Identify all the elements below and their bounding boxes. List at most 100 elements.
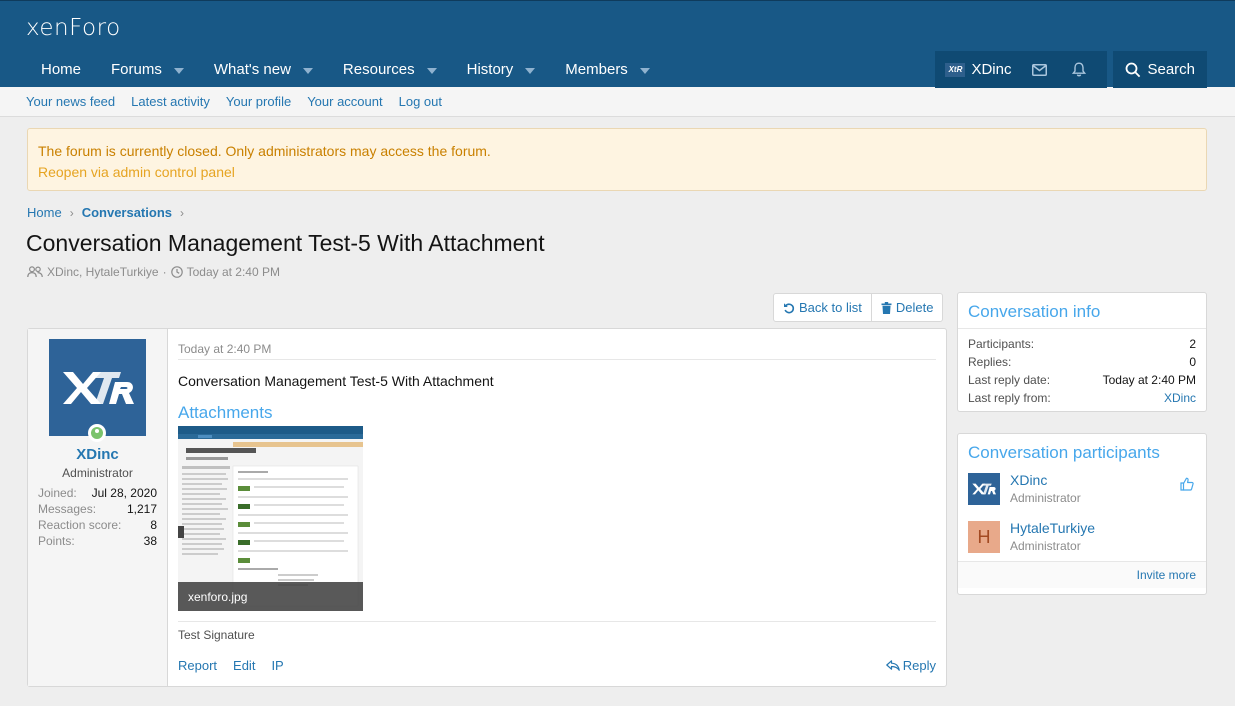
divider bbox=[178, 359, 936, 360]
info-label: Last reply from: bbox=[968, 391, 1051, 405]
online-indicator bbox=[88, 424, 106, 442]
attachments-heading: Attachments bbox=[178, 403, 273, 422]
chevron-down-icon[interactable] bbox=[525, 67, 536, 74]
thumbs-up-icon[interactable] bbox=[1180, 477, 1194, 491]
message-username[interactable]: XDinc bbox=[28, 446, 167, 463]
search-icon bbox=[1126, 62, 1141, 77]
nav-forums[interactable]: Forums bbox=[96, 51, 199, 88]
reply-button[interactable]: Reply bbox=[885, 658, 936, 673]
info-row-last-reply-date: Last reply date: Today at 2:40 PM bbox=[968, 371, 1196, 389]
avatar[interactable] bbox=[968, 473, 1000, 505]
stat-value: 8 bbox=[150, 518, 157, 532]
stat-joined: Joined: Jul 28, 2020 bbox=[38, 485, 157, 501]
nav-history-label: History bbox=[466, 61, 514, 78]
message-main: Today at 2:40 PM Conversation Management… bbox=[168, 329, 946, 686]
conversation-participants-block: Conversation participants XDinc Administ… bbox=[957, 433, 1207, 595]
invite-more-link[interactable]: Invite more bbox=[958, 561, 1206, 588]
breadcrumb-home[interactable]: Home bbox=[27, 205, 62, 220]
conversation-actions: Back to list Delete bbox=[773, 293, 944, 322]
chevron-down-icon[interactable] bbox=[173, 67, 184, 74]
nav-home-label: Home bbox=[41, 61, 82, 78]
account-box: XtR XDinc bbox=[935, 51, 1108, 88]
delete-label: Delete bbox=[895, 300, 934, 315]
users-icon bbox=[27, 266, 43, 278]
participant-title: Administrator bbox=[1010, 491, 1081, 505]
xtr-logo-icon: XtR bbox=[945, 62, 966, 77]
info-label: Last reply date: bbox=[968, 373, 1051, 387]
search-label: Search bbox=[1147, 61, 1195, 78]
nav-resources[interactable]: Resources bbox=[328, 51, 452, 88]
back-to-list-button[interactable]: Back to list bbox=[774, 294, 871, 321]
conversation-message: XDinc Administrator Joined: Jul 28, 2020 … bbox=[27, 328, 947, 687]
conversation-meta: XDinc, HytaleTurkiye · Today at 2:40 PM bbox=[27, 265, 280, 279]
account-link[interactable]: XtR XDinc bbox=[943, 61, 1019, 78]
forum-closed-notice: The forum is currently closed. Only admi… bbox=[27, 128, 1207, 191]
main-nav: Home Forums What's new Resources History… bbox=[26, 51, 665, 88]
avatar[interactable] bbox=[49, 339, 146, 436]
bell-icon bbox=[1072, 62, 1087, 77]
stat-value: 1,217 bbox=[126, 502, 157, 516]
stat-messages: Messages: 1,217 bbox=[38, 501, 157, 517]
stat-label: Reaction score: bbox=[38, 518, 122, 532]
conversation-info-block: Conversation info Participants: 2 Replies… bbox=[957, 292, 1207, 412]
stat-label: Joined: bbox=[38, 486, 77, 500]
chevron-right-icon: › bbox=[180, 205, 184, 220]
meta-separator: · bbox=[162, 265, 167, 279]
nav-members[interactable]: Members bbox=[550, 51, 665, 88]
message-body: Conversation Management Test-5 With Atta… bbox=[178, 373, 494, 389]
nav-whats-new[interactable]: What's new bbox=[199, 51, 328, 88]
reopen-link[interactable]: Reopen via admin control panel bbox=[38, 162, 1196, 183]
signature: Test Signature bbox=[178, 628, 255, 642]
nav-home[interactable]: Home bbox=[26, 51, 96, 88]
participant-name[interactable]: XDinc bbox=[1010, 471, 1081, 489]
ip-link[interactable]: IP bbox=[271, 658, 283, 673]
stat-value: Jul 28, 2020 bbox=[91, 486, 157, 500]
search-button[interactable]: Search bbox=[1113, 51, 1207, 88]
info-label: Participants: bbox=[968, 337, 1035, 351]
info-row-last-reply-from: Last reply from: XDinc bbox=[968, 389, 1196, 407]
info-value: 2 bbox=[1189, 337, 1196, 351]
subnav-your-account[interactable]: Your account bbox=[307, 94, 382, 109]
subnav-your-profile[interactable]: Your profile bbox=[226, 94, 291, 109]
nav-history[interactable]: History bbox=[452, 51, 551, 88]
report-link[interactable]: Report bbox=[178, 658, 217, 673]
alerts-button[interactable] bbox=[1059, 51, 1099, 88]
signature-divider bbox=[178, 621, 936, 622]
meta-date: Today at 2:40 PM bbox=[186, 265, 280, 279]
info-label: Replies: bbox=[968, 355, 1012, 369]
chevron-right-icon: › bbox=[69, 205, 74, 220]
chevron-down-icon[interactable] bbox=[426, 67, 437, 74]
reply-icon bbox=[885, 660, 900, 671]
subnav-news-feed[interactable]: Your news feed bbox=[26, 94, 115, 109]
stat-points: Points: 38 bbox=[38, 533, 157, 549]
nav-whats-new-label: What's new bbox=[213, 61, 291, 78]
page-title: Conversation Management Test-5 With Atta… bbox=[26, 230, 545, 256]
attachment-thumbnail[interactable]: xenforo.jpg bbox=[178, 426, 363, 611]
breadcrumb-conversations[interactable]: Conversations bbox=[82, 205, 172, 220]
participant-item: XDinc Administrator bbox=[958, 465, 1206, 513]
avatar[interactable]: H bbox=[968, 521, 1000, 553]
subnav-latest-activity[interactable]: Latest activity bbox=[131, 94, 210, 109]
subnav-log-out[interactable]: Log out bbox=[399, 94, 442, 109]
nav-user-area: XtR XDinc Search bbox=[935, 51, 1207, 88]
edit-link[interactable]: Edit bbox=[233, 658, 255, 673]
reply-label: Reply bbox=[902, 658, 936, 673]
chevron-down-icon[interactable] bbox=[639, 67, 650, 74]
site-logo[interactable]: xenForo bbox=[26, 15, 121, 41]
online-status-icon bbox=[91, 427, 103, 439]
info-value: Today at 2:40 PM bbox=[1102, 373, 1196, 387]
inbox-button[interactable] bbox=[1019, 51, 1059, 88]
participant-name[interactable]: HytaleTurkiye bbox=[1010, 519, 1095, 537]
xtr-logo-icon bbox=[972, 483, 996, 495]
stat-label: Points: bbox=[38, 534, 75, 548]
info-value: 0 bbox=[1189, 355, 1196, 369]
avatar-initial: H bbox=[977, 526, 991, 547]
stat-label: Messages: bbox=[38, 502, 97, 516]
last-reply-user-link[interactable]: XDinc bbox=[1164, 389, 1196, 407]
message-actions: Report Edit IP bbox=[178, 658, 300, 673]
participant-item: H HytaleTurkiye Administrator bbox=[958, 513, 1206, 561]
site-header: xenForo Home Forums What's new Resources… bbox=[0, 0, 1235, 88]
delete-button[interactable]: Delete bbox=[870, 294, 943, 321]
message-date[interactable]: Today at 2:40 PM bbox=[178, 342, 271, 356]
chevron-down-icon[interactable] bbox=[302, 67, 313, 74]
